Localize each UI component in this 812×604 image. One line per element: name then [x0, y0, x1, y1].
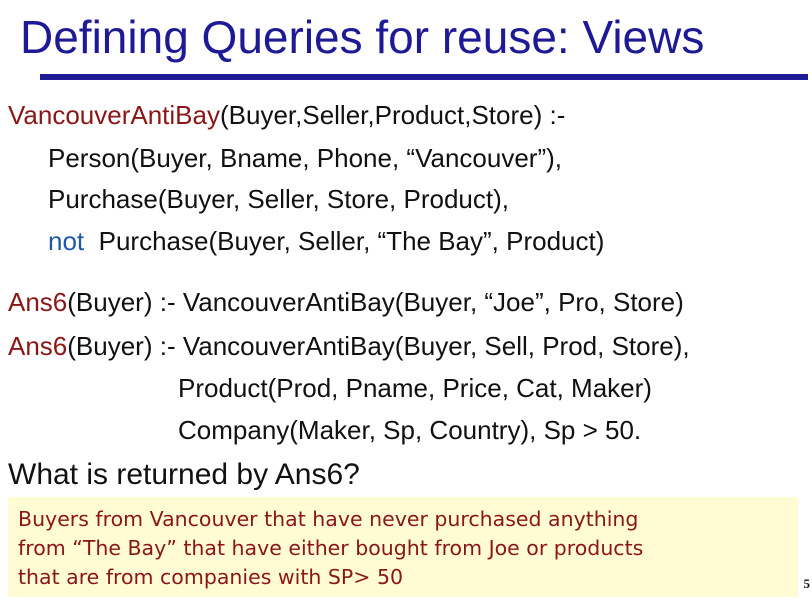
rule3-head: Ans6(Buyer) :- VancouverAntiBay(Buyer, S…: [8, 331, 690, 361]
rule3-head-predicate: Ans6: [8, 331, 68, 361]
rule1-head-args: (Buyer,Seller,Product,Store) :-: [219, 100, 566, 130]
rule2: Ans6(Buyer) :- VancouverAntiBay(Buyer, “…: [8, 287, 684, 317]
answer-text: Buyers from Vancouver that have never pu…: [18, 507, 644, 589]
rule1-body-line-1: Person(Buyer, Bname, Phone, “Vancouver”)…: [48, 143, 562, 173]
rule2-head-predicate: Ans6: [8, 287, 68, 317]
rule1-head: VancouverAntiBay(Buyer,Seller,Product,St…: [8, 100, 565, 130]
rule3-rest: (Buyer) :- VancouverAntiBay(Buyer, Sell,…: [67, 331, 690, 361]
rule1-negated-atom: Purchase(Buyer, Seller, “The Bay”, Produ…: [98, 226, 605, 256]
rule3-body-line-3: Company(Maker, Sp, Country), Sp > 50.: [178, 415, 642, 445]
rule1-body-line-3: not Purchase(Buyer, Seller, “The Bay”, P…: [48, 226, 604, 256]
rule3-body-line-2: Product(Prod, Pname, Price, Cat, Maker): [178, 373, 652, 403]
title-underline: [40, 74, 808, 80]
answer-box: Buyers from Vancouver that have never pu…: [8, 497, 798, 597]
slide-title: Defining Queries for reuse: Views: [20, 11, 705, 63]
rule1-body-line-2: Purchase(Buyer, Seller, Store, Product),: [48, 184, 509, 214]
rule1-head-predicate: VancouverAntiBay: [8, 100, 220, 130]
not-keyword: not: [48, 226, 85, 256]
slide-number: 5: [803, 576, 811, 591]
question: What is returned by Ans6?: [8, 458, 360, 491]
rule2-rest: (Buyer) :- VancouverAntiBay(Buyer, “Joe”…: [67, 287, 684, 317]
